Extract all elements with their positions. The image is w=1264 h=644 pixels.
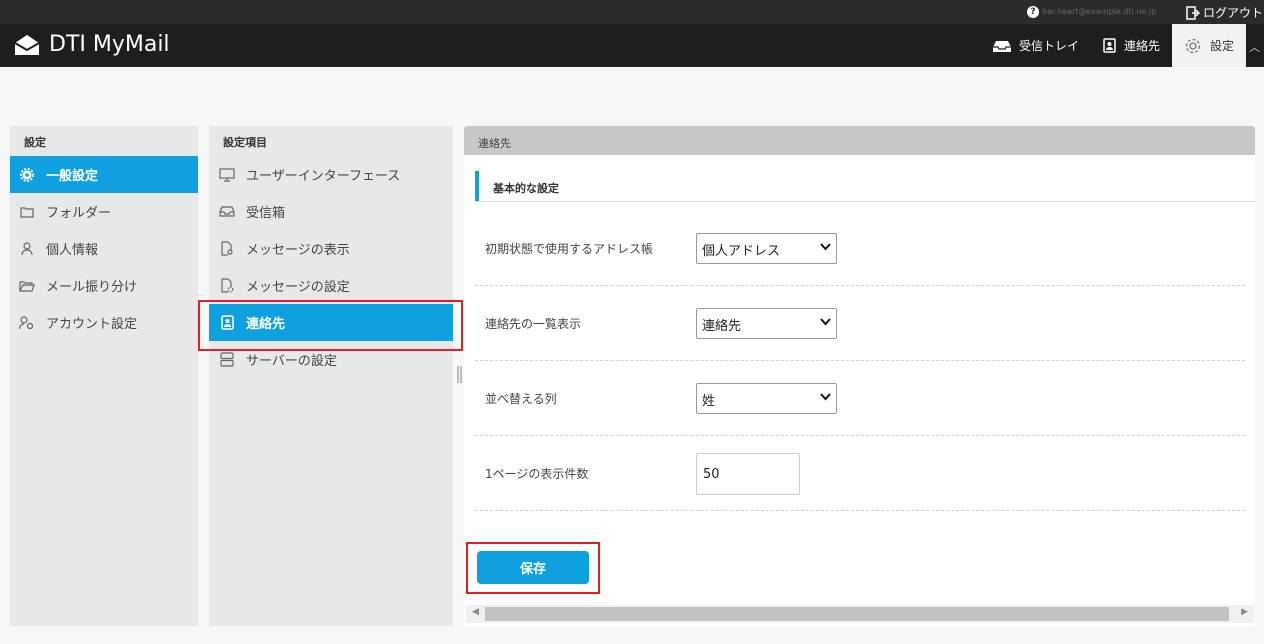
- account-email: bar.heart@example.dti.ne.jp: [1042, 7, 1157, 16]
- select-value: 個人アドレス: [702, 244, 781, 259]
- logout-label: ログアウト: [1203, 6, 1264, 20]
- nav-settings[interactable]: 設定: [1171, 24, 1246, 67]
- select-value: 姓: [702, 394, 716, 409]
- folder-icon: [18, 206, 36, 218]
- section-item-inbox[interactable]: 受信箱: [209, 193, 453, 230]
- chevron-down-icon: [820, 243, 831, 251]
- section-item-message-display[interactable]: メッセージの表示: [209, 230, 453, 267]
- server-icon: [218, 352, 236, 367]
- nav-contacts-label: 連絡先: [1123, 39, 1160, 53]
- contact-list-view-select[interactable]: 連絡先: [696, 308, 837, 339]
- mail-logo-icon: [14, 34, 40, 55]
- scrollbar-thumb[interactable]: [485, 607, 1229, 621]
- horizontal-scrollbar[interactable]: ◀ ▶: [466, 605, 1254, 623]
- contact-icon: [1103, 38, 1116, 53]
- sidebar-item-personal-info[interactable]: 個人情報: [10, 230, 198, 267]
- contacts-highlight-box: [198, 300, 463, 351]
- document-gear-icon: [218, 278, 236, 293]
- chevron-down-icon: [820, 393, 831, 401]
- sort-column-select[interactable]: 姓: [696, 383, 837, 414]
- setting-row-default-addressbook: 初期状態で使用するアドレス帳 個人アドレス: [475, 211, 1245, 286]
- default-addressbook-select[interactable]: 個人アドレス: [696, 233, 837, 264]
- sidebar-item-label: フォルダー: [46, 206, 112, 221]
- section-item-label: サーバーの設定: [246, 354, 337, 369]
- content-title: 連絡先: [464, 126, 1255, 155]
- section-item-ui[interactable]: ユーザーインターフェース: [209, 156, 453, 193]
- brand[interactable]: DTI MyMail: [13, 32, 170, 57]
- sidebar-item-label: 個人情報: [46, 243, 99, 258]
- sidebar-title: 設定: [24, 136, 46, 149]
- sidebar-item-folders[interactable]: フォルダー: [10, 193, 198, 230]
- inbox-icon: [218, 206, 236, 217]
- gear-icon: [1185, 38, 1201, 53]
- section-item-label: メッセージの設定: [246, 280, 350, 295]
- main-nav: 受信トレイ 連絡先 設定: [981, 24, 1246, 67]
- section-item-label: 受信箱: [246, 206, 286, 221]
- chevron-up-icon[interactable]: ︿: [1249, 39, 1260, 55]
- chevron-down-icon: [820, 318, 831, 326]
- logout-icon: [1186, 5, 1200, 20]
- top-strip: ? bar.heart@example.dti.ne.jp ログアウト: [0, 0, 1264, 24]
- setting-row-contact-list-view: 連絡先の一覧表示 連絡先: [475, 286, 1245, 361]
- sidebar-item-general[interactable]: 一般設定: [10, 156, 198, 193]
- sidebar-item-label: 一般設定: [46, 169, 99, 184]
- select-value: 連絡先: [702, 319, 742, 334]
- scroll-left-icon[interactable]: ◀: [472, 607, 479, 617]
- nav-settings-label: 設定: [1209, 39, 1234, 53]
- field-label: 1ページの表示件数: [485, 467, 589, 481]
- nav-contacts[interactable]: 連絡先: [1091, 24, 1172, 67]
- settings-sidebar: 設定 一般設定 フォルダー 個人情報 メール振り分け アカウント設定: [10, 126, 198, 626]
- sidebar-item-account-settings[interactable]: アカウント設定: [10, 304, 198, 341]
- section-heading: 基本的な設定: [475, 171, 559, 201]
- nav-inbox-label: 受信トレイ: [1018, 39, 1079, 53]
- field-label: 初期状態で使用するアドレス帳: [485, 242, 654, 256]
- divider: [475, 201, 1255, 202]
- setting-row-page-size: 1ページの表示件数 50: [475, 436, 1245, 511]
- folder-open-icon: [18, 280, 36, 292]
- sidebar-item-label: アカウント設定: [46, 317, 138, 332]
- monitor-icon: [218, 167, 236, 182]
- document-view-icon: [218, 241, 236, 256]
- nav-inbox[interactable]: 受信トレイ: [981, 24, 1091, 67]
- setting-row-sort-column: 並べ替える列 姓: [475, 361, 1245, 436]
- section-item-label: ユーザーインターフェース: [246, 169, 401, 184]
- settings-section-list: 設定項目 ユーザーインターフェース 受信箱 メッセージの表示 メッセージの設定 …: [209, 126, 453, 626]
- sidebar-item-mail-filters[interactable]: メール振り分け: [10, 267, 198, 304]
- account-gear-icon: [18, 315, 36, 330]
- field-label: 並べ替える列: [485, 392, 557, 406]
- person-icon: [18, 241, 36, 256]
- section-list-title: 設定項目: [223, 136, 267, 149]
- sidebar-item-label: メール振り分け: [46, 280, 138, 295]
- scroll-right-icon[interactable]: ▶: [1241, 607, 1248, 617]
- inbox-icon: [992, 40, 1011, 52]
- help-icon[interactable]: ?: [1027, 6, 1039, 18]
- panel-resize-handle[interactable]: [457, 366, 462, 383]
- page-size-input[interactable]: 50: [696, 453, 800, 495]
- gear-icon: [18, 167, 36, 182]
- field-label: 連絡先の一覧表示: [485, 317, 582, 331]
- app-title: DTI MyMail: [49, 32, 170, 57]
- save-button[interactable]: 保存: [477, 551, 589, 584]
- app-header: DTI MyMail 受信トレイ 連絡先 設定 ︿: [0, 24, 1264, 67]
- logout-button[interactable]: ログアウト: [1186, 4, 1263, 21]
- section-item-label: メッセージの表示: [246, 243, 350, 258]
- section-item-message-settings[interactable]: メッセージの設定: [209, 267, 453, 304]
